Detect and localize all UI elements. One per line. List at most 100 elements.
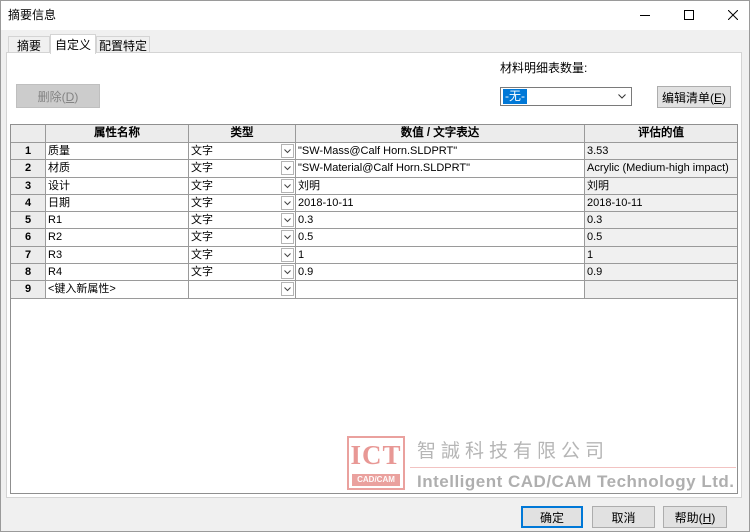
property-name-text: R3: [48, 248, 63, 261]
window-title: 摘要信息: [8, 8, 57, 22]
type-dropdown-button[interactable]: [281, 195, 294, 210]
tab-label: 摘要: [16, 38, 41, 53]
property-name-cell[interactable]: 质量: [46, 143, 189, 160]
property-type-cell[interactable]: 文字: [189, 160, 296, 177]
property-value-text: 0.5: [298, 231, 314, 244]
property-value-cell[interactable]: 2018-10-11: [296, 194, 585, 212]
row-number-text: 8: [24, 266, 32, 279]
row-number-cell[interactable]: 4: [11, 194, 46, 212]
property-name-text: <键入新属性>: [48, 283, 116, 296]
property-value-cell[interactable]: 0.5: [296, 229, 585, 246]
property-name-cell[interactable]: R1: [46, 212, 189, 229]
property-type-cell[interactable]: [189, 281, 296, 298]
row-number-cell[interactable]: 3: [11, 177, 46, 194]
help-button[interactable]: 帮助(H): [663, 506, 727, 528]
type-dropdown-button[interactable]: [281, 161, 294, 176]
property-type-cell[interactable]: 文字: [189, 212, 296, 229]
evaluated-value-cell: 刘明: [585, 177, 737, 194]
tab-configuration-specific[interactable]: 配置特定: [96, 36, 150, 53]
minimize-button[interactable]: [623, 1, 667, 30]
row-number-text: 5: [24, 214, 32, 227]
type-dropdown-button[interactable]: [281, 213, 294, 228]
access-key-letter: E: [713, 90, 722, 105]
delete-button[interactable]: 删除(D): [16, 84, 100, 108]
column-header-evaluated[interactable]: 评估的值: [585, 125, 737, 142]
property-value-cell[interactable]: "SW-Material@Calf Horn.SLDPRT": [296, 160, 585, 177]
property-value-text: 1: [298, 248, 305, 261]
property-name-cell[interactable]: <键入新属性>: [46, 281, 189, 298]
type-dropdown-button[interactable]: [281, 178, 294, 193]
property-name-cell[interactable]: 设计: [46, 177, 189, 194]
ok-button[interactable]: 确定: [521, 506, 583, 528]
type-dropdown-button[interactable]: [281, 247, 294, 262]
chevron-down-icon: [284, 166, 291, 171]
row-number-cell[interactable]: 2: [11, 160, 46, 177]
property-value-text: "SW-Material@Calf Horn.SLDPRT": [298, 162, 470, 175]
close-button[interactable]: [711, 1, 749, 30]
cancel-button[interactable]: 取消: [592, 506, 655, 528]
type-dropdown-button[interactable]: [281, 282, 294, 297]
property-value-cell[interactable]: 0.9: [296, 264, 585, 281]
property-name-cell[interactable]: 日期: [46, 194, 189, 212]
summary-info-dialog: 摘要信息 摘要 自定义 配置特定 删除(D) 材料明细表数量: -无- 编辑清单…: [0, 0, 750, 532]
row-number-cell[interactable]: 1: [11, 143, 46, 160]
type-dropdown-button[interactable]: [281, 230, 294, 245]
property-name-cell[interactable]: R2: [46, 229, 189, 246]
type-dropdown-button[interactable]: [281, 265, 294, 280]
property-type-cell[interactable]: 文字: [189, 143, 296, 160]
property-type-cell[interactable]: 文字: [189, 264, 296, 281]
row-number-cell[interactable]: 8: [11, 264, 46, 281]
row-number-cell[interactable]: 6: [11, 229, 46, 246]
corner-header-cell[interactable]: [11, 125, 46, 142]
property-type-text: 文字: [191, 231, 213, 244]
bom-quantity-dropdown[interactable]: -无-: [500, 87, 632, 106]
property-type-cell[interactable]: 文字: [189, 177, 296, 194]
property-value-cell[interactable]: 刘明: [296, 177, 585, 194]
chevron-down-icon: [284, 252, 291, 257]
property-value-cell[interactable]: "SW-Mass@Calf Horn.SLDPRT": [296, 143, 585, 160]
cancel-button-label: 取消: [611, 510, 636, 525]
ok-button-label: 确定: [539, 510, 564, 525]
tab-custom[interactable]: 自定义: [50, 34, 96, 54]
column-header-value[interactable]: 数值 / 文字表达: [296, 125, 585, 142]
property-name-cell[interactable]: R4: [46, 264, 189, 281]
row-number-cell[interactable]: 5: [11, 212, 46, 229]
evaluated-value-cell: 0.3: [585, 212, 737, 229]
table-row: 1 质量 文字 "SW-Mass@Calf Horn.SLDPRT" 3.53: [11, 143, 737, 161]
property-value-cell[interactable]: 1: [296, 246, 585, 264]
evaluated-value-cell: 3.53: [585, 143, 737, 160]
row-number-cell[interactable]: 7: [11, 246, 46, 264]
title-bar[interactable]: 摘要信息: [1, 1, 749, 30]
property-value-text: 0.3: [298, 214, 314, 227]
property-name-cell[interactable]: 材质: [46, 160, 189, 177]
property-type-cell[interactable]: 文字: [189, 246, 296, 264]
access-key-letter: D: [65, 89, 75, 104]
edit-list-button[interactable]: 编辑清单(E): [657, 86, 731, 108]
property-type-cell[interactable]: 文字: [189, 194, 296, 212]
property-value-text: 刘明: [298, 179, 320, 192]
property-type-text: 文字: [191, 214, 213, 227]
property-name-text: R4: [48, 266, 63, 279]
property-value-cell[interactable]: [296, 281, 585, 298]
maximize-button[interactable]: [667, 1, 711, 30]
property-value-text: 2018-10-11: [298, 196, 354, 209]
chevron-down-icon: [284, 270, 291, 275]
chevron-down-icon: [284, 183, 291, 188]
type-dropdown-button[interactable]: [281, 144, 294, 158]
evaluated-value-text: 3.53: [587, 145, 609, 157]
property-type-cell[interactable]: 文字: [189, 229, 296, 246]
evaluated-value-cell: 0.5: [585, 229, 737, 246]
column-header-type[interactable]: 类型: [189, 125, 296, 142]
property-value-text: "SW-Mass@Calf Horn.SLDPRT": [298, 145, 458, 157]
property-value-cell[interactable]: 0.3: [296, 212, 585, 229]
row-number-cell[interactable]: 9: [11, 281, 46, 298]
table-row: 3 设计 文字 刘明 刘明: [11, 177, 737, 195]
row-number-text: 9: [24, 283, 32, 296]
delete-button-label: 删除(D): [37, 89, 79, 104]
table-row: 9 <键入新属性>: [11, 281, 737, 299]
property-name-cell[interactable]: R3: [46, 246, 189, 264]
tab-summary[interactable]: 摘要: [8, 36, 50, 53]
column-header-property-name[interactable]: 属性名称: [46, 125, 189, 142]
row-number-text: 1: [24, 145, 32, 157]
bom-quantity-label: 材料明细表数量:: [500, 61, 588, 75]
